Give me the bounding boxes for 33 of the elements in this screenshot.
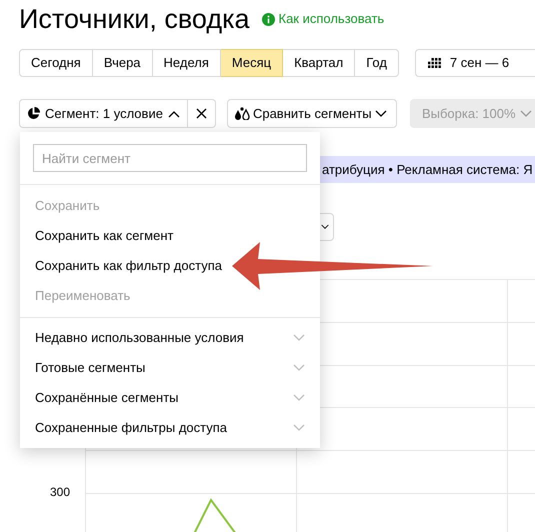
menu-section[interactable]: Сохранённые сегменты [20, 383, 320, 413]
axis-label: 300 [50, 486, 70, 498]
caret-icon [168, 110, 180, 118]
search-field[interactable]: Найти сегмент [33, 144, 307, 172]
caret-icon [374, 110, 387, 118]
caret-icon [321, 223, 329, 231]
chevron-icon [293, 424, 305, 432]
page-title: Источники, сводка [19, 6, 250, 32]
chevron-icon [293, 334, 305, 342]
clear-segment-button[interactable] [188, 99, 216, 128]
period-tab[interactable]: Месяц [220, 49, 284, 77]
chevron-icon [293, 364, 305, 372]
help-link[interactable]: Как использовать [262, 9, 384, 29]
pie-chart-icon [27, 107, 40, 120]
menu-item[interactable]: Сохранить как сегмент [20, 221, 320, 251]
period-tab[interactable]: Неделя [152, 49, 221, 77]
calendar-icon [428, 58, 442, 68]
period-tab[interactable]: Год [355, 49, 399, 77]
caret-icon [520, 110, 532, 118]
chevron-icon [293, 394, 305, 402]
menu-section[interactable]: Недавно использованные условия [20, 323, 320, 353]
period-tab[interactable]: Вчера [92, 49, 153, 77]
close-icon [196, 108, 207, 119]
period-tab[interactable]: Сегодня [19, 49, 93, 77]
segment-button[interactable]: Сегмент: 1 условие [19, 99, 188, 128]
compare-segments-button[interactable]: Сравнить сегменты [226, 99, 397, 128]
menu-item[interactable]: Сохранить как фильтр доступа [20, 251, 320, 281]
drops-icon [234, 107, 250, 120]
menu-section[interactable]: Готовые сегменты [20, 353, 320, 383]
period-tab[interactable]: Квартал [283, 49, 356, 77]
menu-section[interactable]: Сохраненные фильтры доступа [20, 413, 320, 443]
date-range-button[interactable]: 7 сен — 6 [414, 49, 535, 77]
info-icon [262, 12, 274, 26]
